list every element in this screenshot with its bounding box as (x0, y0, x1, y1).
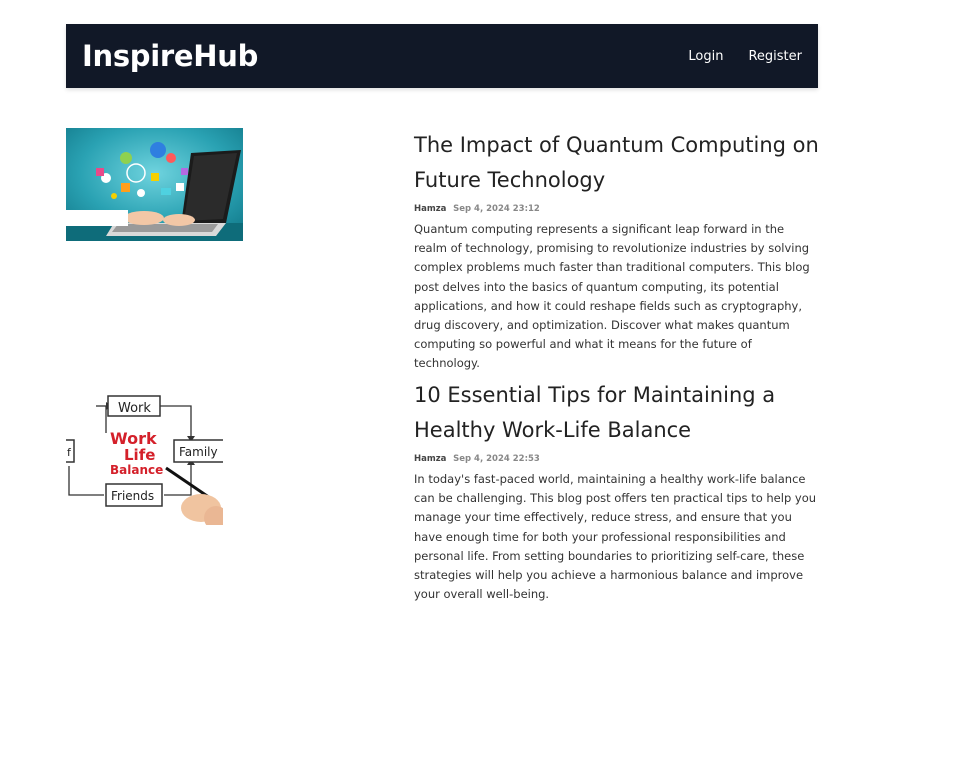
brand-logo[interactable]: InspireHub (82, 39, 258, 73)
post-excerpt: Quantum computing represents a significa… (414, 222, 810, 371)
post-date: Sep 4, 2024 23:12 (453, 204, 540, 214)
image-center-balance: Balance (110, 463, 163, 477)
login-link[interactable]: Login (688, 49, 723, 64)
post-title[interactable]: The Impact of Quantum Computing on Futur… (414, 128, 819, 198)
post-content: 10 Essential Tips for Maintaining a Heal… (414, 378, 819, 604)
image-label-work: Work (118, 401, 151, 416)
post-title[interactable]: 10 Essential Tips for Maintaining a Heal… (414, 378, 819, 448)
post-author: Hamza (414, 204, 447, 214)
post-thumbnail[interactable]: Work Family Friends f Work Life Balance (66, 378, 223, 525)
image-label-family: Family (179, 445, 218, 459)
post-author: Hamza (414, 454, 447, 464)
post-thumbnail[interactable] (66, 128, 243, 241)
image-label-friends: Friends (111, 489, 154, 503)
post-content: The Impact of Quantum Computing on Futur… (414, 128, 819, 374)
post-meta: Hamza Sep 4, 2024 23:12 (414, 204, 819, 214)
register-link[interactable]: Register (748, 49, 802, 64)
quantum-laptop-image (66, 128, 243, 241)
work-life-balance-image: Work Family Friends f Work Life Balance (66, 378, 223, 525)
navbar: InspireHub Login Register (66, 24, 818, 88)
post-excerpt: In today's fast-paced world, maintaining… (414, 472, 817, 602)
image-center-life: Life (124, 446, 155, 464)
post-date: Sep 4, 2024 22:53 (453, 454, 540, 464)
nav-links: Login Register (688, 49, 802, 64)
post-meta: Hamza Sep 4, 2024 22:53 (414, 454, 819, 464)
